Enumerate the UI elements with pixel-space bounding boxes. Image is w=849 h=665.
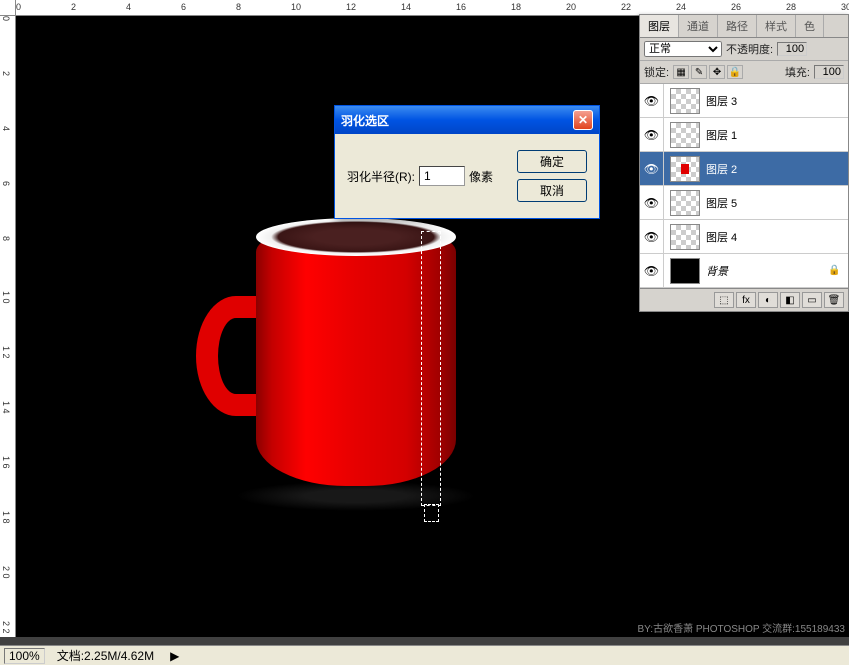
close-icon[interactable]: ✕: [573, 110, 593, 130]
blend-mode-select[interactable]: 正常: [644, 41, 722, 57]
panel-footer: ⬚ fx ◐ ◧ ▭ 🗑: [640, 288, 848, 311]
layer-row[interactable]: 👁 图层 3: [640, 84, 848, 118]
layer-row[interactable]: 👁 背景🔒: [640, 254, 848, 288]
fill-value[interactable]: 100: [814, 65, 844, 79]
fill-label: 填充:: [785, 64, 810, 80]
layer-thumbnail[interactable]: [670, 88, 700, 114]
lock-move-icon[interactable]: ✥: [709, 65, 725, 79]
layer-row[interactable]: 👁 图层 1: [640, 118, 848, 152]
feather-dialog: 羽化选区 ✕ 羽化半径(R): 像素 确定 取消: [334, 105, 600, 219]
lock-brush-icon[interactable]: ✎: [691, 65, 707, 79]
link-icon[interactable]: ⬚: [714, 292, 734, 308]
layer-thumbnail[interactable]: [670, 258, 700, 284]
tab-channels[interactable]: 通道: [679, 15, 718, 37]
layer-row[interactable]: 👁 图层 4: [640, 220, 848, 254]
layer-name[interactable]: 图层 4: [706, 229, 848, 245]
layers-panel: 图层 通道 路径 样式 色 正常 不透明度: 100 锁定: ▦ ✎ ✥ 🔒 填…: [639, 14, 849, 312]
visibility-icon[interactable]: 👁: [640, 152, 664, 185]
feather-unit: 像素: [469, 168, 493, 185]
tab-paths[interactable]: 路径: [718, 15, 757, 37]
selection-marquee[interactable]: [421, 231, 441, 506]
cancel-button[interactable]: 取消: [517, 179, 587, 202]
opacity-value[interactable]: 100: [777, 42, 807, 56]
lock-all-icon[interactable]: 🔒: [727, 65, 743, 79]
zoom-level[interactable]: 100%: [4, 648, 45, 664]
visibility-icon[interactable]: 👁: [640, 118, 664, 151]
tab-color[interactable]: 色: [796, 15, 824, 37]
layer-name[interactable]: 图层 5: [706, 195, 848, 211]
visibility-icon[interactable]: 👁: [640, 84, 664, 117]
watermark-bottom: BY:古欲香萧 PHOTOSHOP 交流群:155189433: [638, 620, 846, 635]
dialog-titlebar[interactable]: 羽化选区 ✕: [335, 106, 599, 134]
lock-transparency-icon[interactable]: ▦: [673, 65, 689, 79]
ruler-vertical: 024681 01 21 41 61 82 02 2: [0, 16, 16, 637]
fx-icon[interactable]: fx: [736, 292, 756, 308]
adjustment-icon[interactable]: ◧: [780, 292, 800, 308]
layer-thumbnail[interactable]: [670, 122, 700, 148]
trash-icon[interactable]: 🗑: [824, 292, 844, 308]
layer-name[interactable]: 图层 2: [706, 161, 848, 177]
feather-radius-input[interactable]: [419, 166, 465, 186]
layer-row[interactable]: 👁 图层 2: [640, 152, 848, 186]
visibility-icon[interactable]: 👁: [640, 186, 664, 219]
selection-marquee-small[interactable]: [424, 504, 439, 522]
layer-list: 👁 图层 3 👁 图层 1 👁 图层 2 👁 图层 5 👁 图层 4 👁 背景🔒: [640, 84, 848, 288]
opacity-label: 不透明度:: [726, 41, 773, 57]
dialog-title: 羽化选区: [341, 112, 389, 129]
doc-size: 文档:2.25M/4.62M: [57, 647, 154, 664]
layer-name[interactable]: 背景: [706, 263, 828, 279]
layer-row[interactable]: 👁 图层 5: [640, 186, 848, 220]
layer-thumbnail[interactable]: [670, 190, 700, 216]
layer-name[interactable]: 图层 3: [706, 93, 848, 109]
tab-styles[interactable]: 样式: [757, 15, 796, 37]
layer-thumbnail[interactable]: [670, 156, 700, 182]
mask-icon[interactable]: ◐: [758, 292, 778, 308]
new-layer-icon[interactable]: ▭: [802, 292, 822, 308]
tab-layers[interactable]: 图层: [640, 15, 679, 37]
feather-radius-label: 羽化半径(R):: [347, 168, 415, 185]
lock-icon: 🔒: [828, 265, 848, 276]
visibility-icon[interactable]: 👁: [640, 254, 664, 287]
ok-button[interactable]: 确定: [517, 150, 587, 173]
layer-name[interactable]: 图层 1: [706, 127, 848, 143]
statusbar-arrow-icon[interactable]: ▶: [166, 649, 183, 663]
visibility-icon[interactable]: 👁: [640, 220, 664, 253]
lock-label: 锁定:: [644, 64, 669, 80]
panel-tabs: 图层 通道 路径 样式 色: [640, 15, 848, 38]
ruler-corner: [0, 0, 16, 16]
layer-thumbnail[interactable]: [670, 224, 700, 250]
statusbar: 100% 文档:2.25M/4.62M ▶: [0, 645, 849, 665]
